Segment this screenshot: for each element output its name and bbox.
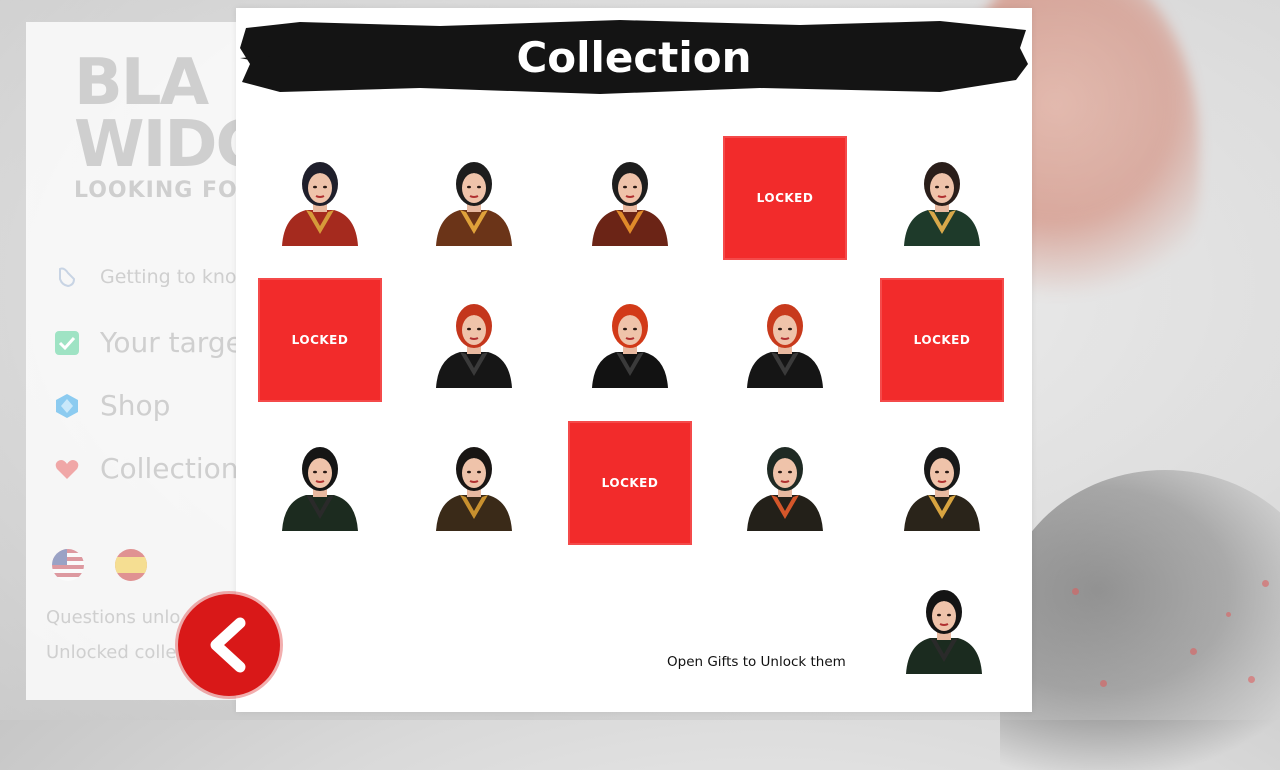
background-speck [1072, 588, 1079, 595]
heart-icon [54, 456, 80, 482]
background-speck [1100, 680, 1107, 687]
gem-icon [54, 393, 80, 419]
character-card[interactable] [723, 278, 847, 402]
back-button[interactable] [178, 594, 280, 696]
background-speck [1262, 580, 1269, 587]
menu-item-collection[interactable]: Collection [54, 452, 239, 485]
page-title: Collection [516, 32, 752, 82]
menu-item-label: Collection [100, 452, 239, 485]
menu-item-label: Shop [100, 389, 171, 422]
background-speck [1190, 648, 1197, 655]
character-card[interactable] [412, 421, 536, 545]
background-speck [1226, 612, 1231, 617]
unlocked-collection-text: Unlocked colle [46, 642, 177, 663]
character-card[interactable] [258, 136, 382, 260]
character-card[interactable] [568, 136, 692, 260]
spain-flag-icon[interactable] [115, 549, 147, 581]
locked-card[interactable]: LOCKED [568, 421, 692, 545]
us-flag-icon[interactable] [52, 549, 84, 581]
character-card[interactable] [412, 278, 536, 402]
questions-unlocked-text: Questions unlo [46, 607, 181, 628]
character-card[interactable] [258, 421, 382, 545]
locked-card[interactable]: LOCKED [880, 278, 1004, 402]
locked-label: LOCKED [913, 333, 971, 347]
locked-card[interactable]: LOCKED [258, 278, 382, 402]
preview-portrait [896, 578, 992, 674]
collection-title-banner: Collection [240, 18, 1028, 96]
menu-item-shop[interactable]: Shop [54, 389, 170, 422]
chevron-left-icon [210, 617, 246, 673]
menu-item-your-target[interactable]: Your targe [54, 326, 243, 359]
background-speck [1248, 676, 1255, 683]
character-card[interactable] [568, 278, 692, 402]
unlock-hint-text: Open Gifts to Unlock them [667, 654, 846, 670]
menu-item-label: Getting to kno [100, 266, 237, 288]
character-card[interactable] [880, 136, 1004, 260]
character-card[interactable] [412, 136, 536, 260]
character-card[interactable] [723, 421, 847, 545]
checkbox-icon [54, 330, 80, 356]
character-card[interactable] [880, 421, 1004, 545]
locked-label: LOCKED [756, 191, 814, 205]
menu-item-getting-to-know[interactable]: Getting to kno [54, 264, 237, 290]
locked-label: LOCKED [601, 476, 659, 490]
menu-item-label: Your targe [100, 326, 243, 359]
locked-card[interactable]: LOCKED [723, 136, 847, 260]
hand-icon [54, 264, 80, 290]
locked-label: LOCKED [291, 333, 349, 347]
